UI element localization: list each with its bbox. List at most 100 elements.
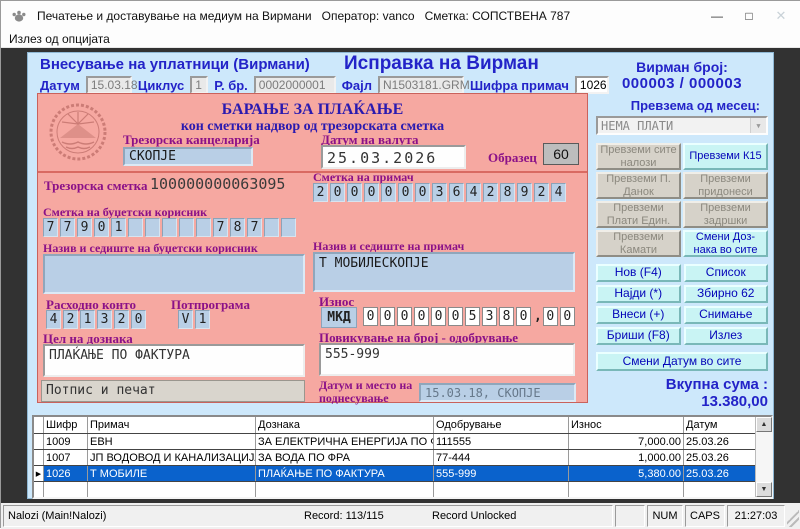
vertical-scrollbar[interactable]: ▲ ▼	[755, 417, 772, 497]
button-transfer-p-tax: Превземи П. Данок	[596, 172, 681, 199]
resize-grip[interactable]	[787, 505, 799, 527]
button-list[interactable]: Список	[683, 264, 768, 282]
button-delete-f8[interactable]: Бриши (F8)	[596, 327, 681, 345]
total-sum-value: 13.380,00	[701, 393, 768, 410]
selector-header	[34, 417, 44, 433]
right-panel: Вирман број: 000003 / 000003 Превзема од…	[596, 59, 768, 430]
subprogram-cells[interactable]: V1	[178, 310, 212, 329]
obrazec-value: 60	[543, 143, 579, 165]
scroll-down-icon[interactable]: ▼	[756, 482, 772, 497]
receiver-account-cells[interactable]: 200000036428924	[313, 183, 568, 202]
ciklus-field: 1	[190, 76, 209, 94]
status-num-indicator: NUM	[647, 505, 683, 527]
close-icon[interactable]: ✕	[765, 1, 797, 31]
treasury-account-label: Трезорска сметка	[44, 178, 148, 193]
treasury-account-value: 100000000063095	[150, 175, 286, 193]
receiver-name-field[interactable]: Т МОБИЛЕСКОПЈЕ	[313, 252, 575, 292]
rbr-field: 0002000001	[253, 76, 336, 94]
button-transfer-salaries: Превземи Плати Един.	[596, 201, 681, 228]
window-controls: — □ ✕	[701, 1, 797, 31]
button-change-date-all[interactable]: Смени Датум во сите	[596, 352, 768, 371]
treasury-office-field[interactable]: СКОПЈЕ	[123, 147, 253, 166]
currency-label: МКД	[321, 307, 357, 328]
button-find[interactable]: Најди (*)	[596, 285, 681, 303]
button-new-f4[interactable]: Нов (F4)	[596, 264, 681, 282]
operator-label: Оператор: vanco	[321, 9, 415, 23]
month-dropdown[interactable]: НЕМА ПЛАТИ ▼	[596, 116, 768, 135]
button-insert[interactable]: Внеси (+)	[596, 306, 681, 324]
button-transfer-interest: Превземи Камати	[596, 230, 681, 257]
minimize-icon[interactable]: —	[701, 1, 733, 31]
virman-number-value: 000003 / 000003	[621, 75, 743, 92]
submission-label: Датум и место на поднесување	[319, 378, 413, 406]
fajl-label: Фајл	[341, 77, 372, 93]
status-lock-state: Record Unlocked	[432, 510, 517, 522]
table-row-selected[interactable]: ▶ 1026 Т МОБИЛЕ ПЛАЌАЊЕ ПО ФАКТУРА 555-9…	[34, 466, 771, 482]
submission-field: 15.03.18, СКОПЈЕ	[419, 383, 576, 402]
window-title: Печатење и доставување на медиум на Вирм…	[37, 9, 312, 23]
page-title-right: Исправка на Вирман	[344, 53, 539, 74]
action-button-grid: Нов (F4) Список Најди (*) Збирно 62 Внес…	[596, 264, 768, 345]
button-transfer-all-orders: Превземи сите налози	[596, 143, 681, 170]
app-icon	[11, 8, 27, 24]
budget-account-cells[interactable]: 77901787	[43, 218, 298, 237]
reference-field[interactable]: 555-999	[319, 343, 575, 376]
budget-name-field[interactable]	[43, 254, 305, 294]
header-code: Шифр	[44, 417, 88, 433]
chevron-down-icon[interactable]: ▼	[750, 118, 766, 133]
header-amount: Износ	[569, 417, 684, 433]
maximize-icon[interactable]: □	[733, 1, 765, 31]
account-label: Сметка: СОПСТВЕНА 787	[424, 9, 571, 23]
header-date: Датум	[686, 419, 718, 431]
table-empty-row	[34, 482, 771, 497]
row-marker-icon: ▶	[34, 466, 44, 481]
title-bar: Печатење и доставување на медиум на Вирм…	[1, 1, 800, 31]
table-header-row: Шифр Примач Дознака Одобрување Износ Дат…	[34, 417, 771, 434]
amount-cells[interactable]: 0000005380,00	[363, 307, 577, 326]
table-row[interactable]: 1009 ЕВН ЗА ЕЛЕКТРИЧНА ЕНЕРГИЈА ПО Ф 111…	[34, 434, 771, 450]
status-bar: Nalozi (Main!Nalozi) Record: 113/115 Rec…	[1, 503, 800, 529]
table-row[interactable]: 1007 ЈП ВОДОВОД И КАНАЛИЗАЦИЈА ЗА ВОДА П…	[34, 450, 771, 466]
payment-form: БАРАЊЕ ЗА ПЛАЌАЊЕ кон сметки надвор од т…	[37, 93, 588, 406]
purpose-field[interactable]: ПЛАЌАЊЕ ПО ФАКТУРА	[43, 344, 305, 377]
treasury-office-label: Трезорска канцеларија	[123, 132, 260, 147]
datum-field: 15.03.18	[85, 76, 138, 94]
status-record-counter: Record: 113/115	[304, 510, 384, 522]
scroll-up-icon[interactable]: ▲	[756, 417, 772, 432]
virman-number-label: Вирман број:	[636, 59, 728, 75]
page-title-left: Внесување на уплатници (Вирмани)	[40, 56, 310, 73]
header-approval: Одобрување	[434, 417, 569, 433]
header-purpose: Дознака	[256, 417, 434, 433]
content-panel: Внесување на уплатници (Вирмани) Исправк…	[27, 52, 774, 499]
app-window: { "window": { "title": "Печатење и доста…	[0, 0, 800, 529]
fajl-field: N1503181.GRM	[377, 76, 470, 94]
payments-table: Шифр Примач Дознака Одобрување Износ Дат…	[32, 415, 773, 499]
main-area: Внесување на уплатници (Вирмани) Исправк…	[1, 48, 800, 503]
header-receiver: Примач	[88, 417, 256, 433]
total-sum-label: Вкупна сума :	[665, 376, 768, 393]
button-exit[interactable]: Излез	[683, 327, 768, 345]
status-caps-indicator: CAPS	[685, 505, 725, 527]
konto-cells[interactable]: 421320	[46, 310, 148, 329]
form-subtitle: кон сметки надвор од трезорската сметка	[180, 119, 445, 134]
sifra-primac-label: Шифра примач	[469, 77, 569, 93]
status-source: Nalozi (Main!Nalozi)	[8, 510, 107, 522]
menu-bar: Излез од опцијата	[1, 31, 800, 48]
value-date-field[interactable]: 25.03.2026	[321, 145, 466, 169]
take-from-month-label: Превзема од месец:	[630, 98, 760, 113]
status-empty-box	[615, 505, 645, 527]
button-change-reference-all[interactable]: Смени Доз-нака во сите	[683, 230, 768, 257]
status-clock: 21:27:03	[727, 505, 785, 527]
button-transfer-k15[interactable]: Превземи К15	[683, 143, 768, 170]
form-title: БАРАЊЕ ЗА ПЛАЌАЊЕ	[221, 101, 404, 118]
datum-label: Датум	[40, 77, 80, 93]
button-transfer-contributions: Превземи придонеси	[683, 172, 768, 199]
button-summary-62[interactable]: Збирно 62	[683, 285, 768, 303]
month-dropdown-value: НЕМА ПЛАТИ	[601, 118, 674, 133]
button-save[interactable]: Снимање	[683, 306, 768, 324]
menu-item-exit[interactable]: Излез од опцијата	[9, 32, 110, 46]
header-fields: Датум 15.03.18 Циклус 1 Р. бр. 000200000…	[40, 76, 609, 94]
ciklus-label: Циклус	[137, 77, 185, 93]
signature-box: Потпис и печат	[41, 380, 305, 402]
transfer-button-grid: Превземи сите налози Превземи К15 Превзе…	[596, 143, 768, 257]
